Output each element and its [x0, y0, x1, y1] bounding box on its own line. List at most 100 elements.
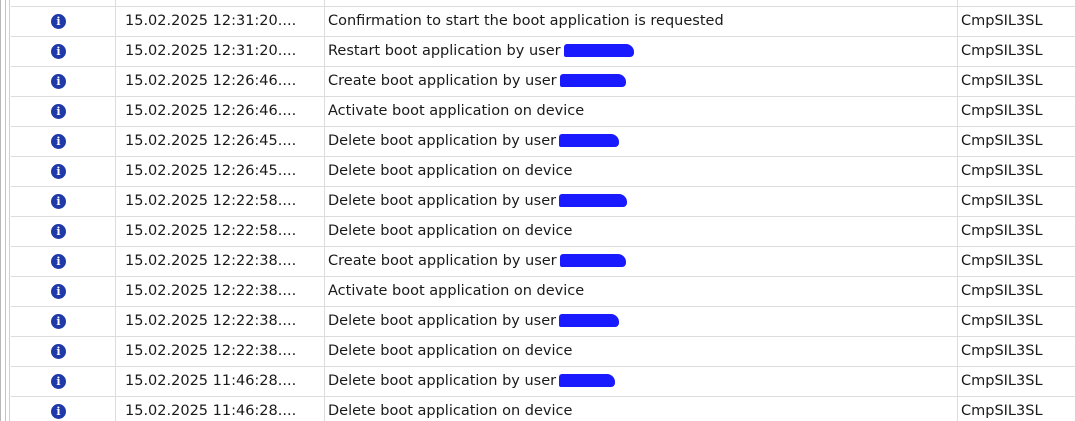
log-row[interactable]: i 15.02.2025 12:26:46.... Create boot appl… — [11, 67, 1075, 97]
severity-cell: i — [11, 157, 115, 186]
timestamp-cell: 15.02.2025 12:26:45.... — [125, 163, 297, 179]
timestamp-cell: 15.02.2025 12:26:45.... — [125, 133, 297, 149]
message-text: Delete boot application on device — [328, 403, 573, 419]
log-row[interactable]: i 15.02.2025 11:46:28.... Delete boot appl… — [11, 397, 1075, 421]
log-row[interactable]: i 15.02.2025 12:22:38.... Delete boot appl… — [11, 337, 1075, 367]
log-rows: i 15.02.2025 12:31:20.... Confirmation to … — [11, 7, 1075, 421]
severity-cell: i — [11, 337, 115, 366]
log-row[interactable]: i 15.02.2025 12:31:20.... Confirmation to … — [11, 7, 1075, 37]
component-cell: CmpSIL3SL — [961, 373, 1043, 389]
component-cell: CmpSIL3SL — [961, 253, 1043, 269]
log-row[interactable]: i 15.02.2025 12:22:38.... Create boot appl… — [11, 247, 1075, 277]
info-icon: i — [51, 374, 66, 389]
log-row[interactable]: i 15.02.2025 12:22:38.... Activate boot ap… — [11, 277, 1075, 307]
timestamp-cell: 15.02.2025 12:22:38.... — [125, 343, 297, 359]
message-text: Activate boot application on device — [328, 103, 585, 119]
message-cell: Create boot application by user — [325, 67, 957, 96]
message-cell: Delete boot application on device — [325, 157, 957, 186]
component-cell: CmpSIL3SL — [961, 103, 1043, 119]
log-row[interactable]: i 15.02.2025 11:46:28.... Delete boot appl… — [11, 367, 1075, 397]
redaction-mark — [559, 253, 626, 267]
component-cell: CmpSIL3SL — [961, 43, 1043, 59]
log-row[interactable]: i 15.02.2025 12:22:58.... Delete boot appl… — [11, 217, 1075, 247]
redaction-mark — [559, 73, 626, 87]
message-cell: Delete boot application on device — [325, 337, 957, 366]
component-cell: CmpSIL3SL — [961, 283, 1043, 299]
timestamp-cell: 15.02.2025 12:26:46.... — [125, 73, 297, 89]
message-text: Create boot application by user — [328, 253, 557, 269]
log-table: i 15.02.2025 12:31:20.... Confirmation to … — [11, 0, 1075, 421]
message-text: Delete boot application on device — [328, 343, 573, 359]
message-cell: Confirmation to start the boot applicati… — [325, 7, 957, 36]
timestamp-cell: 15.02.2025 12:31:20.... — [125, 43, 297, 59]
log-row[interactable]: i 15.02.2025 12:26:45.... Delete boot appl… — [11, 157, 1075, 187]
info-icon: i — [51, 344, 66, 359]
message-cell: Activate boot application on device — [325, 277, 957, 306]
timestamp-cell: 15.02.2025 12:22:38.... — [125, 313, 297, 329]
message-cell: Activate boot application on device — [325, 97, 957, 126]
message-text: Delete boot application by user — [328, 193, 557, 209]
info-icon: i — [51, 14, 66, 29]
timestamp-cell: 15.02.2025 11:46:28.... — [125, 403, 297, 419]
severity-cell: i — [11, 277, 115, 306]
info-icon: i — [51, 224, 66, 239]
component-cell: CmpSIL3SL — [961, 343, 1043, 359]
info-icon: i — [51, 284, 66, 299]
component-cell: CmpSIL3SL — [961, 13, 1043, 29]
info-icon: i — [51, 104, 66, 119]
timestamp-cell: 15.02.2025 12:26:46.... — [125, 103, 297, 119]
message-text: Delete boot application on device — [328, 163, 573, 179]
message-text: Delete boot application on device — [328, 223, 573, 239]
severity-cell: i — [11, 97, 115, 126]
severity-cell: i — [11, 187, 115, 216]
component-cell: CmpSIL3SL — [961, 403, 1043, 419]
severity-cell: i — [11, 307, 115, 336]
message-cell: Delete boot application by user — [325, 127, 957, 156]
message-text: Delete boot application by user — [328, 313, 557, 329]
log-row[interactable]: i 15.02.2025 12:22:38.... Delete boot appl… — [11, 307, 1075, 337]
timestamp-cell: 15.02.2025 12:22:58.... — [125, 193, 297, 209]
component-cell: CmpSIL3SL — [961, 193, 1043, 209]
message-text: Activate boot application on device — [328, 283, 585, 299]
message-text: Confirmation to start the boot applicati… — [328, 13, 724, 29]
message-cell: Restart boot application by user — [325, 37, 957, 66]
component-cell: CmpSIL3SL — [961, 313, 1043, 329]
log-row[interactable]: i 15.02.2025 12:26:45.... Delete boot appl… — [11, 127, 1075, 157]
timestamp-cell: 15.02.2025 12:31:20.... — [125, 13, 297, 29]
message-text: Delete boot application by user — [328, 373, 557, 389]
severity-cell: i — [11, 127, 115, 156]
log-row[interactable]: i 15.02.2025 12:26:46.... Activate boot ap… — [11, 97, 1075, 127]
message-text: Restart boot application by user — [328, 43, 561, 59]
component-cell: CmpSIL3SL — [961, 223, 1043, 239]
redaction-mark — [559, 313, 620, 327]
log-row[interactable]: i 15.02.2025 12:22:58.... Delete boot appl… — [11, 187, 1075, 217]
info-icon: i — [51, 314, 66, 329]
message-cell: Delete boot application by user — [325, 187, 957, 216]
redaction-mark — [559, 133, 620, 147]
log-row[interactable]: i 15.02.2025 12:31:20.... Restart boot app… — [11, 37, 1075, 67]
message-cell: Delete boot application on device — [325, 217, 957, 246]
redaction-mark — [563, 43, 634, 57]
timestamp-cell: 15.02.2025 12:22:38.... — [125, 283, 297, 299]
severity-cell: i — [11, 217, 115, 246]
redaction-mark — [559, 193, 628, 207]
severity-cell: i — [11, 397, 115, 421]
component-cell: CmpSIL3SL — [961, 163, 1043, 179]
info-icon: i — [51, 404, 66, 419]
partial-row-top — [11, 0, 1075, 7]
timestamp-cell: 15.02.2025 12:22:58.... — [125, 223, 297, 239]
component-cell: CmpSIL3SL — [961, 133, 1043, 149]
component-cell: CmpSIL3SL — [961, 73, 1043, 89]
info-icon: i — [51, 254, 66, 269]
message-cell: Create boot application by user — [325, 247, 957, 276]
timestamp-cell: 15.02.2025 11:46:28.... — [125, 373, 297, 389]
pane-left-border — [0, 0, 10, 421]
severity-cell: i — [11, 7, 115, 36]
severity-cell: i — [11, 37, 115, 66]
message-cell: Delete boot application on device — [325, 397, 957, 421]
info-icon: i — [51, 194, 66, 209]
severity-cell: i — [11, 247, 115, 276]
info-icon: i — [51, 74, 66, 89]
info-icon: i — [51, 44, 66, 59]
timestamp-cell: 15.02.2025 12:22:38.... — [125, 253, 297, 269]
